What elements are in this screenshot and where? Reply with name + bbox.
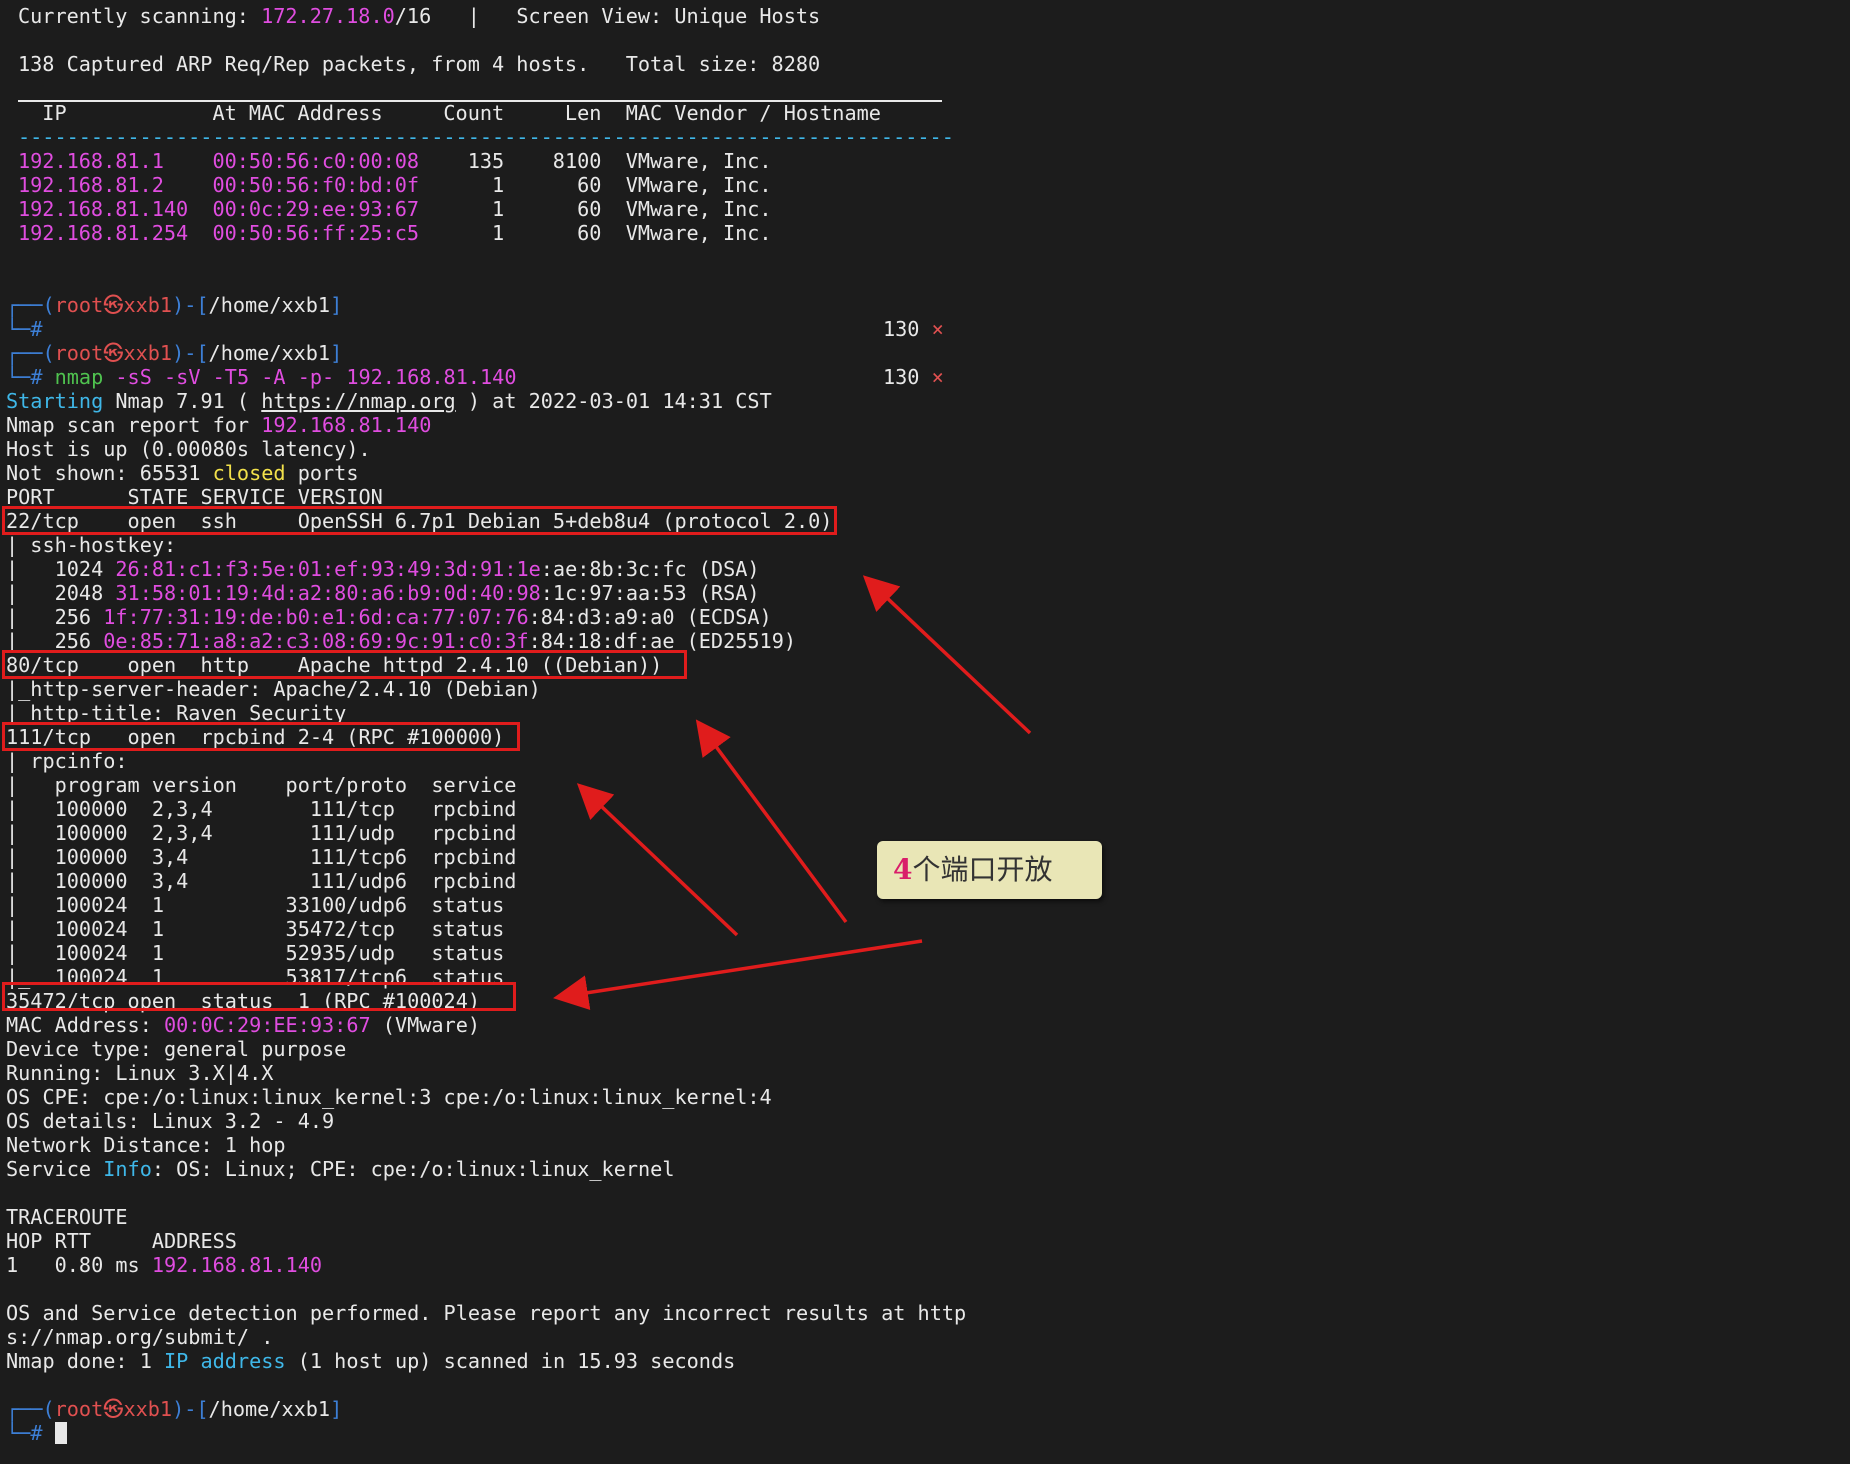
arrow-to-port-22 <box>862 575 1032 735</box>
open-ports-callout: 4个端口开放 <box>877 841 1102 899</box>
callout-number: 4 <box>893 853 913 886</box>
arrow-to-port-35472 <box>553 939 923 1011</box>
arrow-to-port-111 <box>576 783 739 937</box>
callout-text: 个端口开放 <box>912 853 1053 886</box>
arrow-to-port-80 <box>695 719 848 924</box>
annotation-arrows <box>553 575 1032 1011</box>
